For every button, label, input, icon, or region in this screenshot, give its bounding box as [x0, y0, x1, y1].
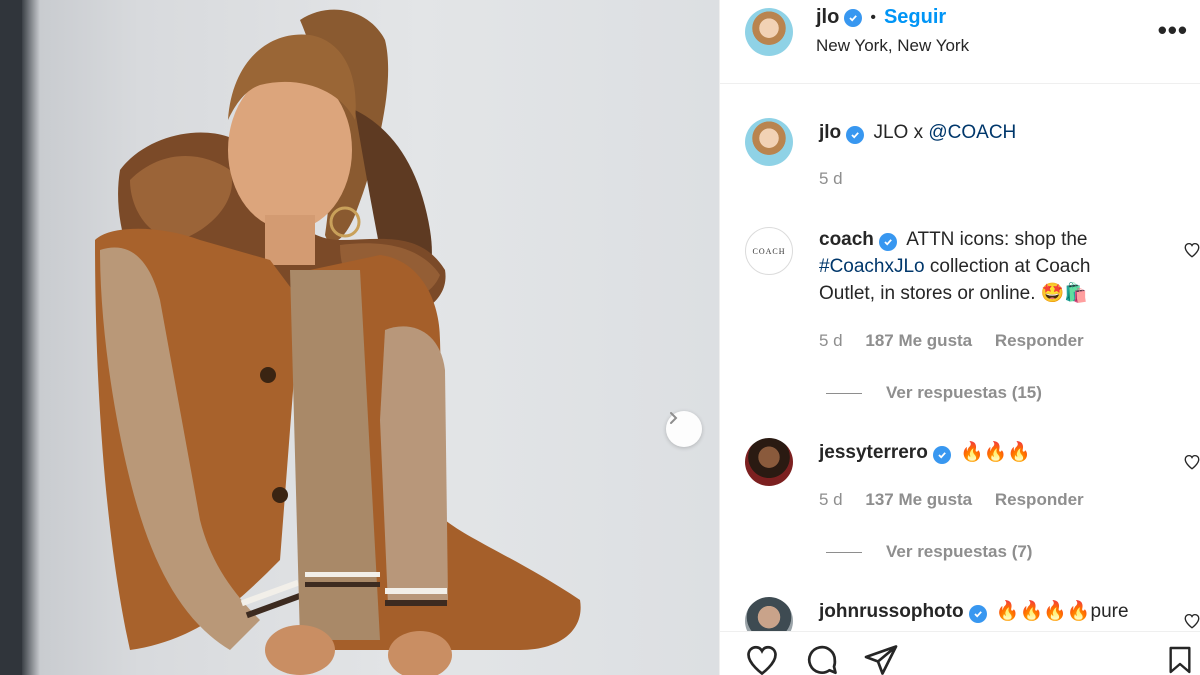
- follow-button[interactable]: Seguir: [884, 6, 946, 29]
- comments-list[interactable]: jlo JLO x @COACH 5 d COACH coach ATTN ic…: [720, 85, 1200, 631]
- more-options-button[interactable]: •••: [1158, 17, 1188, 43]
- paper-plane-icon[interactable]: [863, 642, 899, 675]
- comment-text: johnrussophoto 🔥🔥🔥🔥pure: [819, 598, 1129, 625]
- avatar[interactable]: [745, 118, 793, 166]
- heart-icon[interactable]: [744, 642, 780, 675]
- verified-badge-icon: [968, 605, 987, 623]
- comment-likes[interactable]: 187 Me gusta: [865, 331, 972, 350]
- comment-meta: 5 d 187 Me gusta Responder: [819, 331, 1102, 351]
- comment-likes[interactable]: 137 Me gusta: [865, 490, 972, 509]
- verified-badge-icon: [846, 126, 865, 144]
- post-photo[interactable]: [0, 0, 719, 675]
- comment-username[interactable]: johnrussophoto: [819, 601, 964, 622]
- photo-illustration: [0, 0, 581, 675]
- comment-text: coach ATTN icons: shop the #CoachxJLo co…: [819, 226, 1169, 307]
- reply-button[interactable]: Responder: [995, 331, 1084, 350]
- verified-badge-icon: [932, 446, 951, 464]
- caption-meta: 5 d: [819, 169, 861, 189]
- comment-body: 🔥🔥🔥: [960, 442, 1032, 463]
- reply-button[interactable]: Responder: [995, 490, 1084, 509]
- heart-icon[interactable]: [1183, 453, 1200, 471]
- replies-line: [826, 392, 862, 394]
- comment-body: 🔥🔥🔥🔥pure: [995, 601, 1129, 622]
- caption-text: jlo JLO x @COACH: [819, 119, 1016, 146]
- caption-time[interactable]: 5 d: [819, 169, 843, 188]
- verified-badge-icon: [878, 233, 897, 251]
- post-action-bar: [720, 631, 1200, 675]
- view-replies-label: Ver respuestas (15): [886, 383, 1042, 402]
- comment-icon[interactable]: [804, 642, 840, 675]
- comment-body: collection at Coach: [924, 256, 1091, 277]
- post-header: jlo • Seguir New York, New York •••: [720, 0, 1200, 84]
- post-username[interactable]: jlo: [816, 6, 839, 29]
- heart-icon[interactable]: [1183, 612, 1200, 630]
- separator-dot: •: [870, 8, 876, 26]
- view-replies-button[interactable]: Ver respuestas (15): [826, 383, 1042, 403]
- caption-username[interactable]: jlo: [819, 122, 841, 143]
- heart-icon[interactable]: [1183, 241, 1200, 259]
- comment-time[interactable]: 5 d: [819, 331, 843, 350]
- carousel-next-button[interactable]: [666, 411, 702, 447]
- comment-body: ATTN icons: shop the: [906, 229, 1088, 250]
- comment-time[interactable]: 5 d: [819, 490, 843, 509]
- caption-mention-link[interactable]: @COACH: [928, 122, 1016, 143]
- post-location[interactable]: New York, New York: [816, 36, 969, 56]
- replies-line: [826, 551, 862, 553]
- bookmark-icon[interactable]: [1164, 642, 1196, 675]
- view-replies-button[interactable]: Ver respuestas (7): [826, 542, 1032, 562]
- view-replies-label: Ver respuestas (7): [886, 542, 1033, 561]
- chevron-right-icon: [670, 412, 678, 424]
- hashtag-link[interactable]: #CoachxJLo: [819, 256, 925, 277]
- verified-badge-icon: [844, 8, 863, 27]
- avatar[interactable]: [745, 438, 793, 486]
- comment-username[interactable]: jessyterrero: [819, 442, 928, 463]
- coach-logo: COACH: [752, 246, 786, 256]
- comment-text: jessyterrero 🔥🔥🔥: [819, 439, 1031, 466]
- header-user-line: jlo • Seguir: [816, 6, 946, 29]
- comment-meta: 5 d 137 Me gusta Responder: [819, 490, 1102, 510]
- comment-body: Outlet, in stores or online. 🤩🛍️: [819, 283, 1089, 304]
- comment-username[interactable]: coach: [819, 229, 874, 250]
- post-details-panel: jlo • Seguir New York, New York ••• jlo …: [719, 0, 1200, 675]
- caption-body: JLO x: [873, 122, 929, 143]
- avatar[interactable]: [745, 597, 793, 631]
- avatar[interactable]: COACH: [745, 227, 793, 275]
- avatar[interactable]: [745, 8, 793, 56]
